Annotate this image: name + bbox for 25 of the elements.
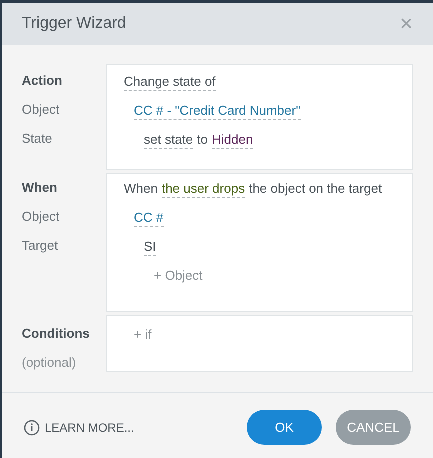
add-button[interactable]: + Object <box>154 267 203 284</box>
ok-button[interactable]: OK <box>247 410 322 445</box>
statement-text: the object on the target <box>249 180 382 197</box>
option-link[interactable]: set state <box>144 131 194 149</box>
item-link[interactable]: CC # <box>134 209 164 227</box>
dialog-title: Trigger Wizard <box>22 14 126 34</box>
field-label: Action <box>22 72 64 90</box>
option-link[interactable]: SI <box>144 238 156 256</box>
field-label: State <box>22 130 54 148</box>
field-label: Object <box>22 101 61 119</box>
field-label: Target <box>22 237 60 255</box>
item-link[interactable]: CC # - "Credit Card Number" <box>134 102 301 120</box>
option-link[interactable]: Change state of <box>124 73 216 91</box>
add-button[interactable]: + if <box>134 326 152 343</box>
field-label: When <box>22 179 58 197</box>
field-label: Conditions <box>22 325 91 343</box>
cancel-button[interactable]: CANCEL <box>336 410 411 445</box>
state-link[interactable]: Hidden <box>212 131 254 149</box>
statement-text: When <box>124 180 158 197</box>
statement-text: to <box>197 131 208 148</box>
event-link[interactable]: the user drops <box>162 180 246 198</box>
learn-more-link[interactable]: LEARN MORE... <box>24 418 134 436</box>
info-icon <box>24 420 40 436</box>
field-label: Object <box>22 208 61 226</box>
field-label: (optional) <box>22 354 78 372</box>
